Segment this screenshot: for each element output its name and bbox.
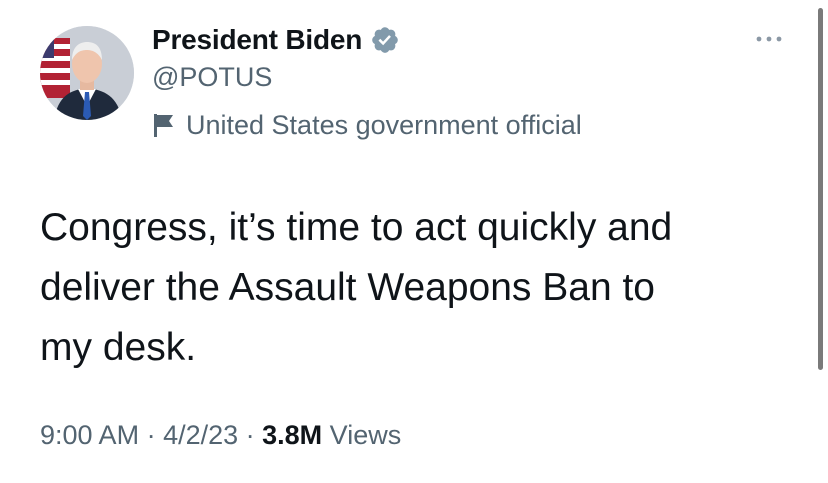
tweet[interactable]: President Biden @POTUS United States gov… bbox=[0, 0, 828, 483]
profile-photo-icon bbox=[40, 26, 134, 120]
tweet-text: Congress, it’s time to act quickly and d… bbox=[40, 198, 800, 378]
author-name-row[interactable]: President Biden bbox=[152, 22, 400, 58]
tweet-text-line: Congress, it’s time to act quickly and bbox=[40, 206, 673, 249]
verified-badge-icon[interactable] bbox=[370, 25, 400, 55]
display-name[interactable]: President Biden bbox=[152, 24, 362, 56]
tweet-meta: 9:00 AM · 4/2/23 · 3.8M Views bbox=[40, 420, 401, 451]
scrollbar[interactable] bbox=[818, 8, 823, 370]
meta-separator: · bbox=[139, 420, 164, 450]
views-count[interactable]: 3.8M bbox=[262, 420, 322, 450]
avatar[interactable] bbox=[40, 26, 134, 120]
author-handle[interactable]: @POTUS bbox=[152, 62, 272, 93]
government-label[interactable]: United States government official bbox=[152, 108, 582, 142]
meta-separator: · bbox=[238, 420, 263, 450]
government-label-text: United States government official bbox=[186, 109, 582, 140]
flag-icon bbox=[152, 112, 176, 138]
more-options-icon[interactable] bbox=[750, 30, 788, 48]
views-label: Views bbox=[322, 420, 402, 450]
tweet-text-line: deliver the Assault Weapons Ban to bbox=[40, 266, 655, 309]
tweet-time[interactable]: 9:00 AM bbox=[40, 420, 139, 450]
tweet-text-line: my desk. bbox=[40, 326, 197, 369]
tweet-date[interactable]: 4/2/23 bbox=[163, 420, 238, 450]
